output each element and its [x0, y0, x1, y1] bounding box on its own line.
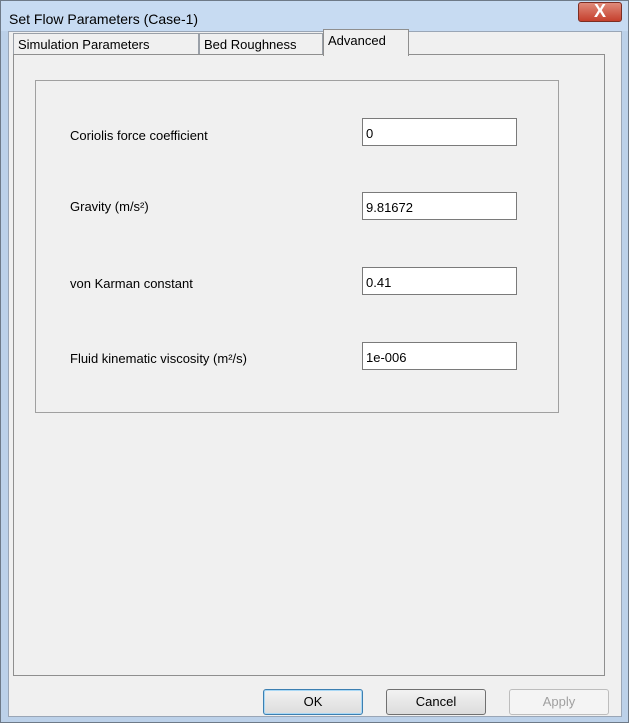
tab-label: Advanced: [328, 33, 386, 48]
apply-button[interactable]: Apply: [509, 689, 609, 715]
tab-advanced[interactable]: Advanced: [323, 29, 409, 56]
coriolis-label: Coriolis force coefficient: [70, 128, 208, 143]
close-icon: X: [593, 1, 606, 21]
viscosity-label: Fluid kinematic viscosity (m²/s): [70, 351, 247, 366]
von-karman-input[interactable]: [362, 267, 517, 295]
von-karman-label: von Karman constant: [70, 276, 193, 291]
close-button[interactable]: X: [578, 1, 622, 22]
viscosity-input[interactable]: [362, 342, 517, 370]
tab-bed-roughness[interactable]: Bed Roughness: [199, 33, 323, 55]
title-bar[interactable]: Set Flow Parameters (Case-1) X: [1, 1, 628, 31]
ok-button[interactable]: OK: [263, 689, 363, 715]
window-title: Set Flow Parameters (Case-1): [9, 11, 199, 27]
tab-label: Simulation Parameters: [18, 37, 150, 52]
tab-simulation-parameters[interactable]: Simulation Parameters: [13, 33, 199, 55]
coriolis-input[interactable]: [362, 118, 517, 146]
dialog-window: Set Flow Parameters (Case-1) X Simulatio…: [0, 0, 629, 723]
cancel-button[interactable]: Cancel: [386, 689, 486, 715]
gravity-input[interactable]: [362, 192, 517, 220]
gravity-label: Gravity (m/s²): [70, 199, 149, 214]
tab-label: Bed Roughness: [204, 37, 297, 52]
